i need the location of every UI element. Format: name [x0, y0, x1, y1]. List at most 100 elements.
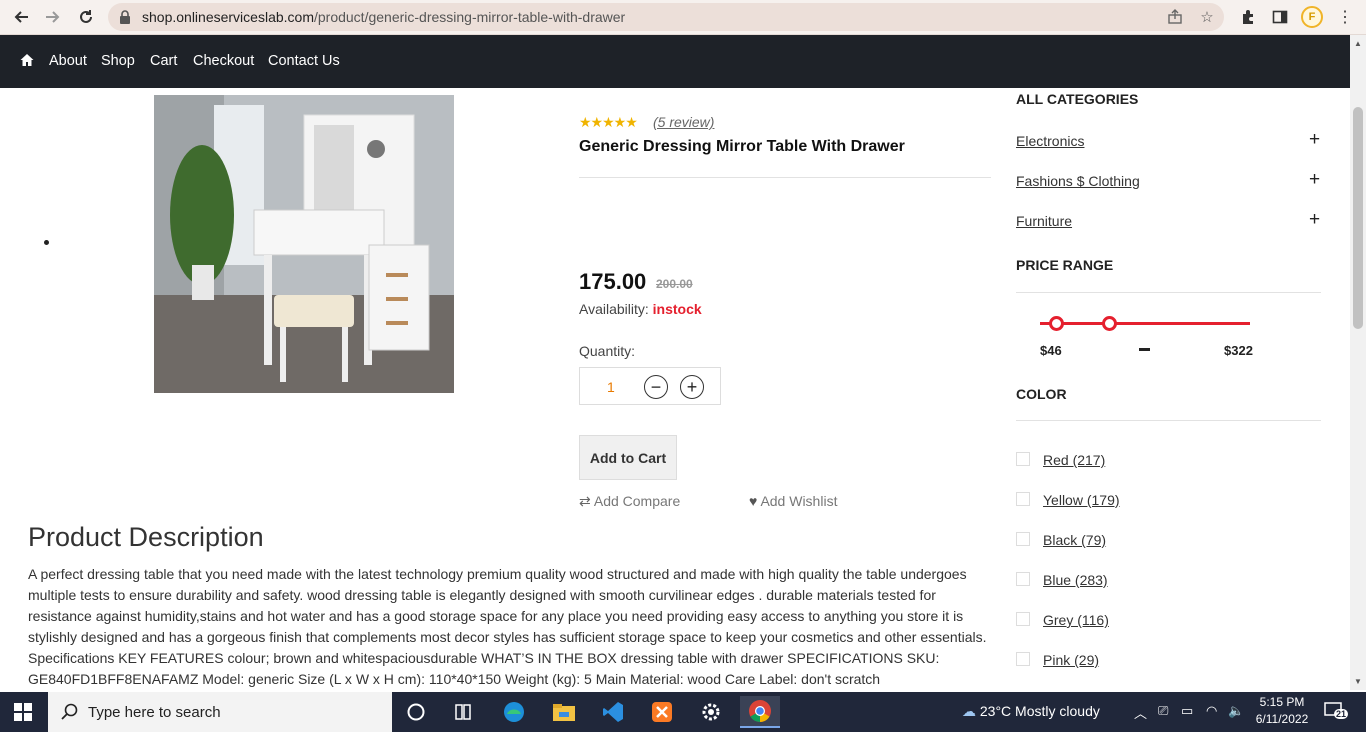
scroll-up-icon[interactable]: ▲: [1354, 39, 1362, 48]
clock-date: 6/11/2022: [1255, 712, 1309, 726]
category-furniture[interactable]: Furniture: [1016, 213, 1072, 229]
price-min-label: $46: [1040, 343, 1062, 358]
cloud-icon: ☁: [962, 703, 976, 719]
color-label[interactable]: Yellow (179): [1043, 492, 1120, 508]
nav-contact-us[interactable]: Contact Us: [268, 53, 340, 69]
edge-icon[interactable]: [494, 696, 534, 728]
add-wishlist-button[interactable]: ♥ Add Wishlist: [749, 493, 837, 509]
color-checkbox[interactable]: [1016, 492, 1030, 506]
description-title: Product Description: [28, 522, 264, 552]
divider: [579, 177, 991, 178]
battery-icon[interactable]: ▭: [1181, 703, 1193, 719]
nav-about[interactable]: About: [49, 53, 87, 69]
scroll-down-icon[interactable]: ▼: [1354, 677, 1362, 686]
file-explorer-icon[interactable]: [544, 696, 584, 728]
forward-icon[interactable]: [40, 4, 66, 30]
wifi-icon[interactable]: ◠: [1206, 703, 1217, 719]
browser-toolbar: shop.onlineserviceslab.com/product/gener…: [0, 0, 1366, 35]
notification-count: 21: [1334, 709, 1349, 719]
chevron-up-icon[interactable]: ︿: [1134, 703, 1147, 722]
availability-status: instock: [652, 301, 702, 317]
bookmark-star-icon[interactable]: ☆: [1198, 8, 1216, 26]
side-panel-icon[interactable]: [1269, 6, 1291, 28]
add-compare-button[interactable]: ⇄ Add Compare: [579, 493, 680, 510]
divider: [1016, 420, 1321, 421]
availability: Availability: instock: [579, 301, 702, 317]
nav-checkout[interactable]: Checkout: [193, 53, 254, 69]
weather-widget[interactable]: ☁ 23°C Mostly cloudy: [962, 703, 1100, 720]
clock[interactable]: 5:15 PM 6/11/2022: [1252, 694, 1312, 728]
home-icon[interactable]: [20, 53, 34, 67]
product-price: 175.00: [579, 269, 647, 294]
divider: [1016, 292, 1321, 293]
price-slider-max-handle[interactable]: [1102, 316, 1117, 331]
heart-icon: ♥: [749, 493, 758, 509]
search-placeholder: Type here to search: [88, 704, 221, 721]
price-slider-track[interactable]: [1040, 322, 1250, 325]
xampp-icon[interactable]: [642, 696, 682, 728]
nav-cart[interactable]: Cart: [150, 53, 177, 69]
quantity-input[interactable]: 1: [607, 379, 615, 395]
product-title: Generic Dressing Mirror Table With Drawe…: [579, 138, 905, 155]
color-label[interactable]: Pink (29): [1043, 652, 1099, 668]
site-navigation: About Shop Cart Checkout Contact Us: [0, 35, 1350, 88]
expand-electronics-icon[interactable]: +: [1309, 130, 1320, 149]
reload-icon[interactable]: [73, 4, 99, 30]
lock-icon: [120, 10, 130, 24]
color-label[interactable]: Red (217): [1043, 452, 1105, 468]
extensions-icon[interactable]: [1237, 6, 1259, 28]
increase-quantity-icon[interactable]: +: [680, 375, 704, 399]
page-scrollbar[interactable]: ▲ ▼: [1350, 35, 1366, 690]
add-to-cart-button[interactable]: Add to Cart: [579, 435, 677, 480]
review-count-link[interactable]: (5 review): [653, 114, 714, 130]
price-slider-min-handle[interactable]: [1049, 316, 1064, 331]
color-checkbox[interactable]: [1016, 452, 1030, 466]
quantity-label: Quantity:: [579, 343, 636, 359]
share-icon[interactable]: [1166, 8, 1184, 26]
color-label[interactable]: Black (79): [1043, 532, 1106, 548]
back-icon[interactable]: [8, 4, 34, 30]
categories-heading: ALL CATEGORIES: [1016, 91, 1139, 107]
address-bar[interactable]: shop.onlineserviceslab.com/product/gener…: [108, 3, 1224, 31]
category-fashions-clothing[interactable]: Fashions $ Clothing: [1016, 173, 1140, 189]
expand-fashions-icon[interactable]: +: [1309, 170, 1320, 189]
rating-stars: ★★★★★: [579, 114, 638, 130]
price-range-heading: PRICE RANGE: [1016, 257, 1114, 273]
color-checkbox[interactable]: [1016, 572, 1030, 586]
color-label[interactable]: Grey (116): [1043, 612, 1109, 628]
expand-furniture-icon[interactable]: +: [1309, 210, 1320, 229]
task-view-icon[interactable]: [443, 696, 483, 728]
scrollbar-thumb[interactable]: [1353, 107, 1363, 329]
carousel-dot[interactable]: [44, 240, 49, 245]
decrease-quantity-icon[interactable]: −: [644, 375, 668, 399]
cortana-icon[interactable]: [396, 696, 436, 728]
color-checkbox[interactable]: [1016, 532, 1030, 546]
taskbar-search[interactable]: Type here to search: [48, 692, 392, 732]
color-checkbox[interactable]: [1016, 612, 1030, 626]
color-heading: COLOR: [1016, 386, 1067, 402]
add-compare-label: Add Compare: [593, 493, 681, 509]
vscode-icon[interactable]: [593, 696, 633, 728]
volume-icon[interactable]: 🔈: [1228, 703, 1244, 719]
menu-icon[interactable]: ⋮: [1334, 6, 1356, 28]
url-text: shop.onlineserviceslab.com/product/gener…: [142, 9, 626, 25]
color-label[interactable]: Blue (283): [1043, 572, 1108, 588]
meet-now-icon[interactable]: ⎚: [1158, 703, 1168, 719]
product-image: [154, 95, 454, 393]
settings-gear-icon[interactable]: [691, 696, 731, 728]
windows-taskbar: Type here to search ☁ 23°C Mostly cloudy…: [0, 692, 1366, 732]
search-icon: [61, 703, 78, 720]
price-range-dash: [1139, 348, 1150, 351]
nav-shop[interactable]: Shop: [101, 53, 135, 69]
compare-icon: ⇄: [579, 493, 591, 509]
availability-label: Availability:: [579, 301, 649, 317]
category-electronics[interactable]: Electronics: [1016, 133, 1084, 149]
windows-start-icon[interactable]: [14, 703, 32, 721]
notification-icon[interactable]: 21: [1324, 702, 1350, 722]
color-checkbox[interactable]: [1016, 652, 1030, 666]
chrome-icon[interactable]: [740, 696, 780, 728]
description-text: A perfect dressing table that you need m…: [28, 566, 987, 687]
quantity-stepper: 1 − +: [579, 367, 721, 405]
profile-avatar[interactable]: F: [1301, 6, 1323, 28]
add-wishlist-label: Add Wishlist: [760, 493, 838, 509]
